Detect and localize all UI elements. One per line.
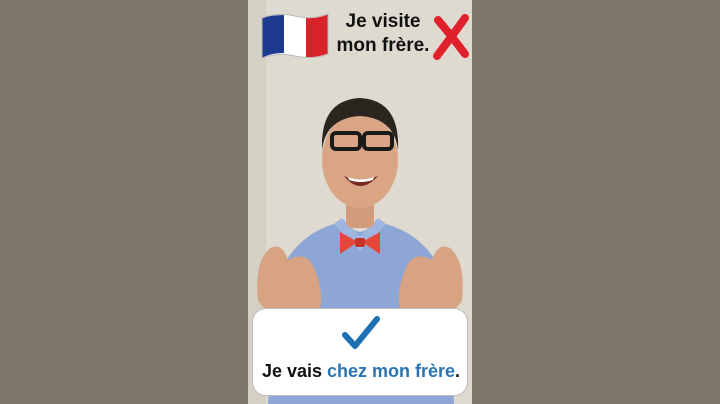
video-thumbnail: Je visite mon frère. Je vais chez mon fr…	[0, 0, 720, 404]
incorrect-phrase: Je visite mon frère.	[328, 10, 438, 58]
red-cross-icon	[433, 14, 469, 60]
correct-phrase-end: .	[455, 361, 461, 381]
video-frame: Je visite mon frère. Je vais chez mon fr…	[248, 0, 472, 404]
incorrect-phrase-line2: mon frère.	[336, 35, 430, 56]
correct-phrase-highlight: chez mon frère	[327, 361, 456, 381]
correct-answer-card: Je vais chez mon frère.	[252, 308, 468, 396]
correct-phrase-start: Je vais	[261, 361, 327, 381]
incorrect-phrase-line1: Je visite	[345, 11, 421, 32]
france-flag-icon	[261, 13, 329, 59]
blue-check-icon	[342, 316, 380, 349]
correct-phrase: Je vais chez mon frère.	[253, 361, 469, 382]
